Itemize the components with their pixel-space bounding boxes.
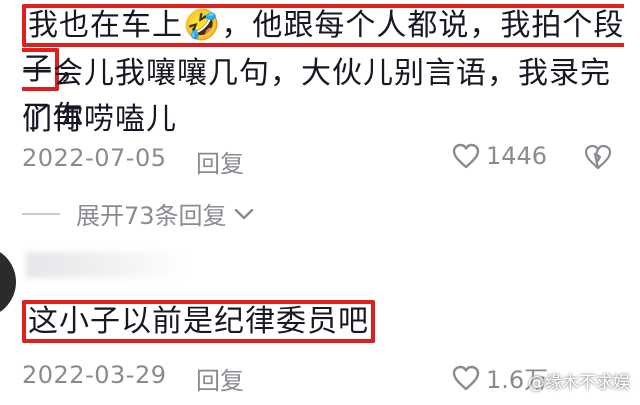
expand-divider-line (22, 212, 60, 215)
heart-outline-icon (452, 143, 480, 169)
comment-2-line-1: 这小子以前是纪律委员吧 (22, 300, 375, 344)
watermark: @缘木不求娱 (528, 368, 630, 393)
watermark-text: @缘木不求娱 (528, 373, 630, 393)
broken-heart-icon[interactable] (584, 144, 612, 170)
avatar[interactable] (0, 246, 16, 318)
blurred-username (26, 252, 186, 278)
comment-1-like-count: 1446 (486, 142, 548, 170)
comment-1-reply-button[interactable]: 回复 (196, 144, 244, 179)
comment-1-like-button[interactable]: 1446 (452, 142, 547, 170)
comment-1-line-3: 们再唠嗑儿 (22, 102, 177, 137)
comment-2-date: 2022-03-29 (22, 361, 167, 389)
comment-2-highlighted-text: 这小子以前是纪律委员吧 (28, 304, 369, 339)
comment-1-date: 2022-07-05 (22, 144, 167, 172)
expand-replies-label: 展开73条回复 (76, 202, 227, 230)
heart-outline-icon (452, 365, 480, 390)
comment-2-highlight-box: 这小子以前是纪律委员吧 (22, 300, 375, 343)
comment-2-reply-button[interactable]: 回复 (196, 361, 244, 396)
chevron-down-icon (234, 208, 253, 219)
expand-replies-button[interactable]: 展开73条回复 (22, 196, 255, 231)
